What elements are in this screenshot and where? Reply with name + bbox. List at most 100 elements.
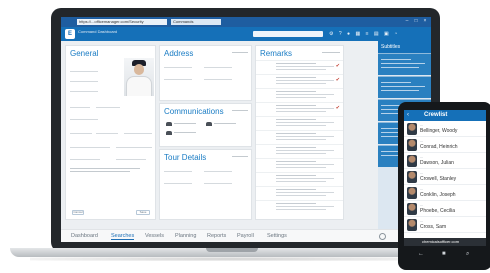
remark-row[interactable] — [256, 88, 343, 100]
phone-field[interactable] — [116, 144, 152, 148]
help-icon[interactable]: ? — [339, 31, 344, 37]
note-line — [70, 171, 130, 172]
avatar — [407, 123, 417, 135]
street-field[interactable] — [164, 64, 192, 68]
remark-row[interactable]: ✔ — [256, 102, 343, 114]
info-icon[interactable] — [379, 233, 386, 240]
back-icon[interactable]: ‹ — [407, 112, 409, 118]
nav-back-icon[interactable]: ← — [418, 251, 424, 257]
close-icon[interactable]: × — [422, 19, 428, 24]
crew-meta-line: — — [420, 123, 423, 127]
remark-row[interactable] — [256, 144, 343, 156]
edit-link[interactable] — [232, 52, 248, 53]
crew-list-item[interactable]: — Bellinger, Woody — [404, 121, 486, 137]
tab-planning[interactable]: Planning — [175, 233, 196, 239]
tab-vessels[interactable]: Vessels — [145, 233, 164, 239]
remark-row[interactable]: ✔ — [256, 74, 343, 86]
last-name-field[interactable] — [70, 78, 98, 82]
tab-searches[interactable]: Searches — [111, 233, 135, 240]
user-icon[interactable]: ● — [347, 31, 352, 37]
avatar — [407, 187, 417, 199]
remark-row[interactable]: ✔ — [256, 60, 343, 72]
sign-on-field[interactable] — [204, 168, 232, 172]
seaman-book-field[interactable] — [96, 130, 118, 134]
country-field[interactable] — [204, 76, 232, 80]
address-bar[interactable]: https://...officemanager.com/Security — [77, 19, 167, 25]
status-field[interactable] — [70, 156, 100, 160]
device-mockup: https://...officemanager.com/Security Co… — [0, 0, 490, 273]
tab-payroll[interactable]: Payroll — [237, 233, 254, 239]
remark-row[interactable] — [256, 200, 343, 212]
remark-row[interactable] — [256, 172, 343, 184]
remark-row[interactable] — [256, 158, 343, 170]
grid-icon[interactable]: ▦ — [355, 31, 362, 37]
save-button[interactable]: Save — [136, 210, 150, 215]
address-title: Address — [164, 49, 194, 58]
header-icons[interactable]: ⚙ ? ● ▦ ≡ ▤ ▣ ◔ — [329, 31, 399, 37]
birthdate-field[interactable] — [96, 104, 120, 108]
crew-list-item[interactable]: — Phoebe, Cecilia — [404, 201, 486, 217]
photo-body — [126, 76, 152, 96]
mobile-icon — [166, 131, 172, 135]
department-field[interactable] — [116, 156, 146, 160]
sidebar-title: Subtitles — [378, 41, 431, 53]
phone-title: Crewlist — [424, 112, 448, 118]
nav-search-icon[interactable]: ⌕ — [466, 251, 469, 258]
nationality-field[interactable] — [70, 104, 90, 108]
nav-home-icon[interactable]: ■ — [442, 251, 446, 257]
print-icon[interactable]: ▤ — [374, 31, 381, 37]
rank-field[interactable] — [70, 116, 98, 120]
maximize-icon[interactable]: □ — [413, 19, 419, 24]
crew-list-item[interactable]: — Crowell, Stanley — [404, 169, 486, 185]
visa-field[interactable] — [124, 130, 152, 134]
sidebar-item[interactable] — [378, 76, 431, 98]
crew-list-item[interactable]: — Dawson, Julian — [404, 153, 486, 169]
laptop-screen: https://...officemanager.com/Security Co… — [61, 17, 431, 242]
tab-settings[interactable]: Settings — [267, 233, 287, 239]
add-remark-link[interactable] — [322, 52, 340, 53]
remarks-title: Remarks — [260, 49, 293, 58]
settings-icon[interactable]: ⚙ — [329, 31, 335, 37]
email-field[interactable] — [70, 144, 110, 148]
communications-panel: Communications — [159, 103, 252, 147]
crew-list-item[interactable]: — Cross, Sam — [404, 217, 486, 233]
fax-number — [214, 123, 236, 124]
remark-row[interactable] — [256, 130, 343, 142]
avatar — [407, 171, 417, 183]
title-field[interactable] — [70, 88, 98, 92]
passport-field[interactable] — [70, 130, 92, 134]
bell-icon[interactable]: ◔ — [394, 31, 399, 37]
search-input[interactable] — [253, 31, 323, 37]
minimize-icon[interactable]: – — [404, 19, 410, 24]
port-field[interactable] — [164, 180, 192, 184]
zip-field[interactable] — [164, 76, 192, 80]
crew-name: Conrad, Heinrich — [420, 144, 458, 150]
crew-meta-line: — — [420, 171, 423, 175]
city-field[interactable] — [204, 64, 232, 68]
avatar — [407, 219, 417, 231]
crew-list-item[interactable]: — Conrad, Heinrich — [404, 137, 486, 153]
sign-off-field[interactable] — [204, 180, 232, 184]
edit-link[interactable] — [232, 110, 248, 111]
crew-meta-line: — — [420, 187, 423, 191]
tab-dashboard[interactable]: Dashboard — [71, 233, 98, 239]
vessel-field[interactable] — [164, 168, 192, 172]
sidebar-item[interactable] — [378, 53, 431, 75]
browser-tab[interactable]: Commands — [171, 19, 221, 25]
tab-reports[interactable]: Reports — [207, 233, 226, 239]
phone-footer: chemicalsofficer.com — [404, 238, 486, 246]
remarks-panel: Remarks ✔ ✔ ✔ — [255, 45, 344, 220]
cancel-button[interactable]: Cancel — [72, 210, 84, 215]
avatar — [407, 155, 417, 167]
general-panel: General Cancel Save — [65, 45, 156, 220]
phone-icon — [166, 122, 172, 126]
main-content: General Cancel Save Address Communicatio… — [61, 41, 431, 229]
remark-row[interactable] — [256, 116, 343, 128]
first-name-field[interactable] — [70, 68, 98, 72]
app-header: E Command Dashboard ⚙ ? ● ▦ ≡ ▤ ▣ ◔ — [61, 27, 431, 41]
remark-row[interactable] — [256, 186, 343, 198]
edit-link[interactable] — [232, 156, 248, 157]
list-icon[interactable]: ≡ — [366, 31, 371, 37]
calendar-icon[interactable]: ▣ — [384, 31, 391, 37]
crew-list-item[interactable]: — Conklin, Joseph — [404, 185, 486, 201]
